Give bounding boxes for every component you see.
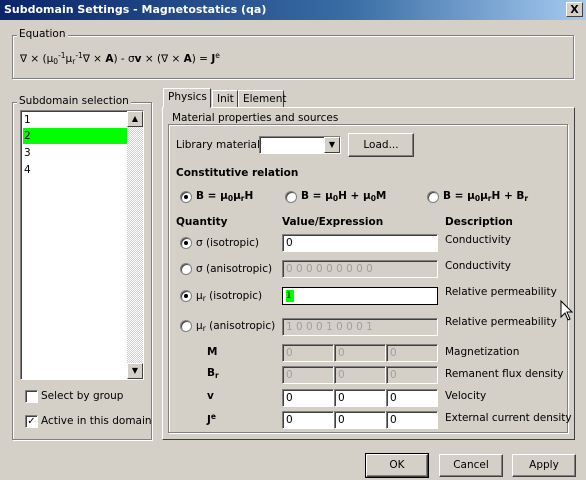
mu-isotropic-input[interactable]: 1: [282, 287, 438, 305]
remanent-flux-y-input[interactable]: 0: [334, 366, 386, 384]
constitutive-radio-3[interactable]: [427, 191, 439, 203]
tab-init[interactable]: Init: [212, 90, 238, 108]
chevron-down-icon[interactable]: ▼: [324, 137, 340, 153]
active-in-domain-checkbox[interactable]: ✓: [25, 415, 38, 428]
ok-button[interactable]: OK: [365, 453, 429, 478]
remanent-flux-description: Remanent flux density: [445, 368, 564, 380]
remanent-flux-x-input[interactable]: 0: [282, 366, 334, 384]
mu-isotropic-radio[interactable]: [180, 290, 192, 302]
title-bar: Subdomain Settings - Magnetostatics (qa)…: [0, 0, 586, 20]
mu-anisotropic-description: Relative permeability: [445, 316, 557, 328]
velocity-description: Velocity: [445, 390, 487, 402]
velocity-z-input[interactable]: 0: [386, 389, 438, 407]
scroll-up-icon[interactable]: ▲: [127, 111, 143, 127]
constitutive-option-2: B = μ0H + μ0M: [301, 190, 387, 203]
subdomain-list[interactable]: 1 2 3 4 ▲ ▼: [20, 110, 144, 380]
constitutive-heading: Constitutive relation: [176, 167, 299, 179]
velocity-label: v: [207, 390, 214, 402]
select-by-group-checkbox[interactable]: [25, 390, 38, 403]
remanent-flux-label: Br: [207, 367, 219, 380]
tab-physics[interactable]: Physics: [163, 88, 211, 108]
magnetization-x-input[interactable]: 0: [282, 344, 334, 362]
external-current-description: External current density: [445, 412, 572, 424]
sigma-isotropic-radio[interactable]: [180, 237, 192, 249]
description-header: Description: [445, 216, 513, 228]
velocity-y-input[interactable]: 0: [334, 389, 386, 407]
subdomain-selection-label: Subdomain selection: [17, 95, 131, 107]
mu-isotropic-description: Relative permeability: [445, 286, 557, 298]
scroll-down-icon[interactable]: ▼: [127, 363, 143, 379]
mu-isotropic-label: μr (isotropic): [196, 290, 263, 303]
sigma-anisotropic-input[interactable]: 0 0 0 0 0 0 0 0 0: [282, 260, 438, 278]
external-current-x-input[interactable]: 0: [282, 411, 334, 429]
magnetization-label: M: [207, 346, 218, 358]
value-header: Value/Expression: [282, 216, 384, 228]
external-current-label: Je: [207, 412, 217, 426]
external-current-z-input[interactable]: 0: [386, 411, 438, 429]
mu-isotropic-label-text: (isotropic): [205, 290, 263, 302]
library-material-label: Library material:: [176, 139, 264, 151]
sigma-anisotropic-description: Conductivity: [445, 260, 511, 272]
magnetization-y-input[interactable]: 0: [334, 344, 386, 362]
list-item[interactable]: 1: [23, 112, 127, 128]
constitutive-radio-1[interactable]: [180, 191, 192, 203]
sigma-isotropic-description: Conductivity: [445, 234, 511, 246]
magnetization-z-input[interactable]: 0: [386, 344, 438, 362]
sigma-anisotropic-radio[interactable]: [180, 263, 192, 275]
remanent-flux-z-input[interactable]: 0: [386, 366, 438, 384]
constitutive-option-3: B = μ0μrH + Br: [443, 190, 529, 203]
quantity-header: Quantity: [176, 216, 228, 228]
equation-formula: ∇ × (μ0-1μr-1∇ × A) - σv × (∇ × A) = Je: [20, 51, 220, 66]
constitutive-option-1: B = μ0μrH: [196, 190, 254, 203]
magnetization-description: Magnetization: [445, 346, 520, 358]
cancel-button[interactable]: Cancel: [439, 454, 503, 477]
velocity-x-input[interactable]: 0: [282, 389, 334, 407]
list-item[interactable]: 3: [23, 145, 127, 161]
close-button[interactable]: X: [566, 2, 583, 17]
text-selection: 1: [286, 290, 294, 302]
list-item-selected[interactable]: 2: [23, 128, 127, 144]
mu-anisotropic-label-text: (anisotropic): [205, 320, 276, 332]
sigma-isotropic-label: σ (isotropic): [196, 237, 259, 249]
equation-group-label: Equation: [17, 28, 68, 40]
apply-button[interactable]: Apply: [512, 454, 576, 477]
tab-element[interactable]: Element: [238, 90, 286, 108]
sigma-anisotropic-label: σ (anisotropic): [196, 263, 273, 275]
material-properties-label: Material properties and sources: [170, 112, 341, 124]
window-title: Subdomain Settings - Magnetostatics (qa): [4, 3, 267, 16]
mouse-pointer-icon: [560, 300, 574, 321]
active-in-domain-label: Active in this domain: [41, 415, 152, 427]
constitutive-radio-2[interactable]: [285, 191, 297, 203]
load-button[interactable]: Load...: [348, 133, 414, 157]
list-item[interactable]: 4: [23, 162, 127, 178]
library-material-combo[interactable]: ▼: [259, 136, 341, 154]
mu-anisotropic-label: μr (anisotropic): [196, 320, 276, 333]
select-by-group-label: Select by group: [41, 390, 124, 402]
list-scrollbar[interactable]: ▲ ▼: [127, 111, 143, 379]
external-current-y-input[interactable]: 0: [334, 411, 386, 429]
sigma-isotropic-input[interactable]: 0: [282, 234, 438, 252]
mu-anisotropic-radio[interactable]: [180, 320, 192, 332]
mu-anisotropic-input[interactable]: 1 0 0 0 1 0 0 0 1: [282, 318, 438, 336]
